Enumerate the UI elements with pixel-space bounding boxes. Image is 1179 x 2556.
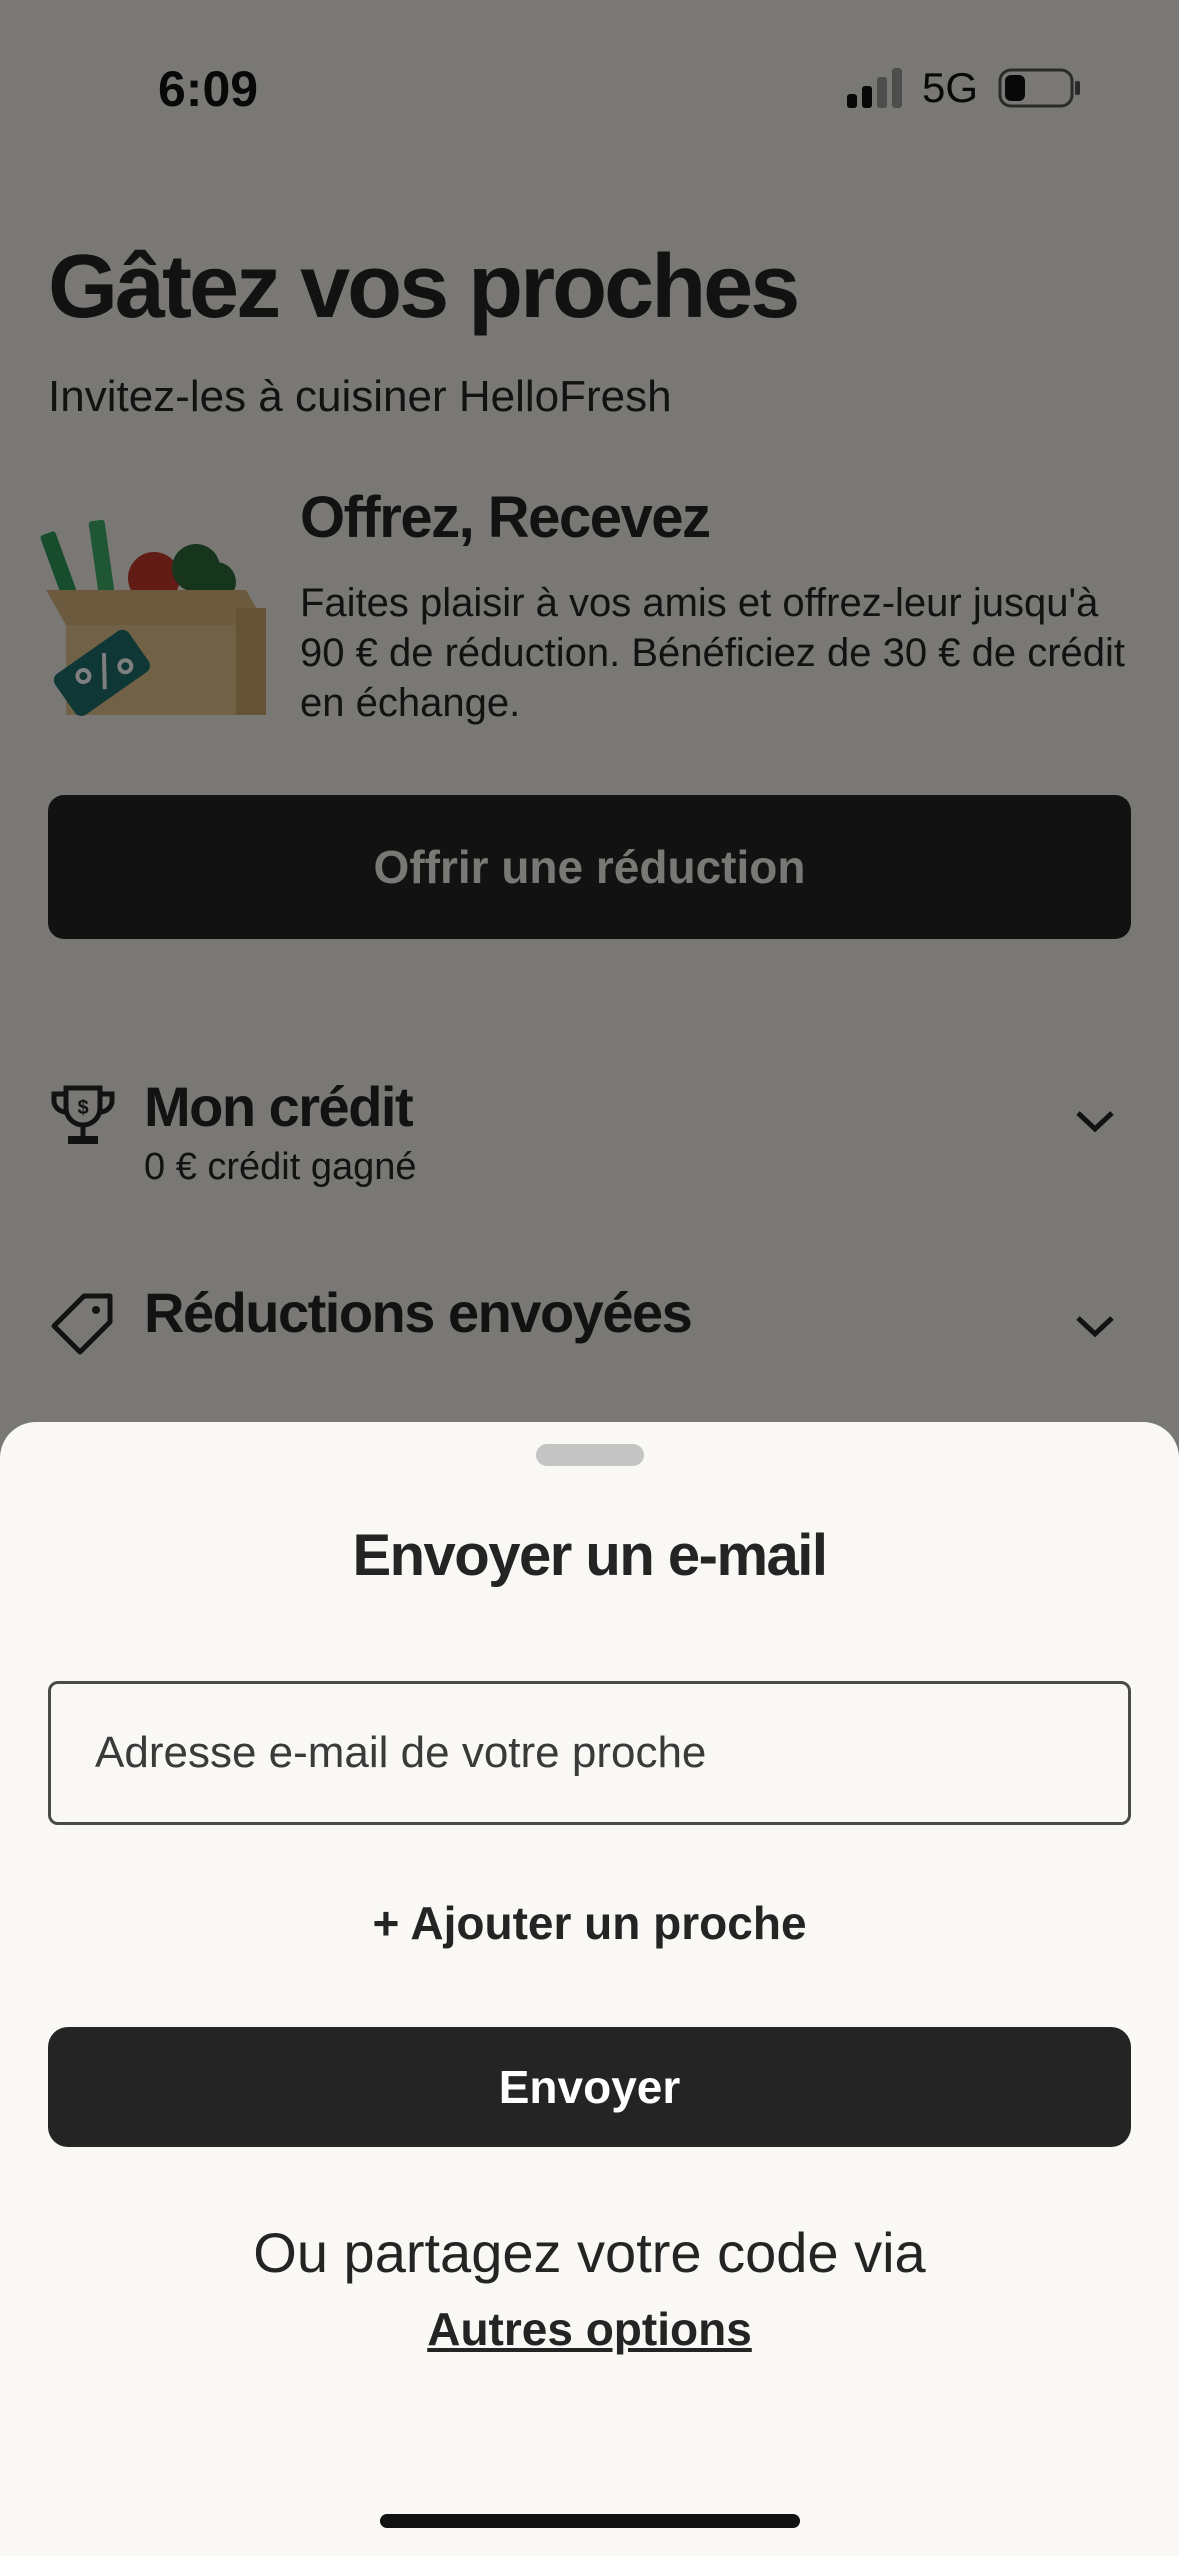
other-options-link[interactable]: Autres options [0, 2302, 1179, 2356]
home-indicator[interactable] [380, 2514, 800, 2528]
add-friend-link[interactable]: + Ajouter un proche [0, 1896, 1179, 1950]
email-bottom-sheet: Envoyer un e-mail + Ajouter un proche En… [0, 1422, 1179, 2556]
sheet-title: Envoyer un e-mail [352, 1523, 828, 1588]
share-code-text: Ou partagez votre code via [253, 2221, 926, 2284]
friend-email-input[interactable] [48, 1681, 1131, 1825]
sheet-drag-handle[interactable] [536, 1444, 644, 1466]
send-button[interactable]: Envoyer [48, 2027, 1131, 2147]
